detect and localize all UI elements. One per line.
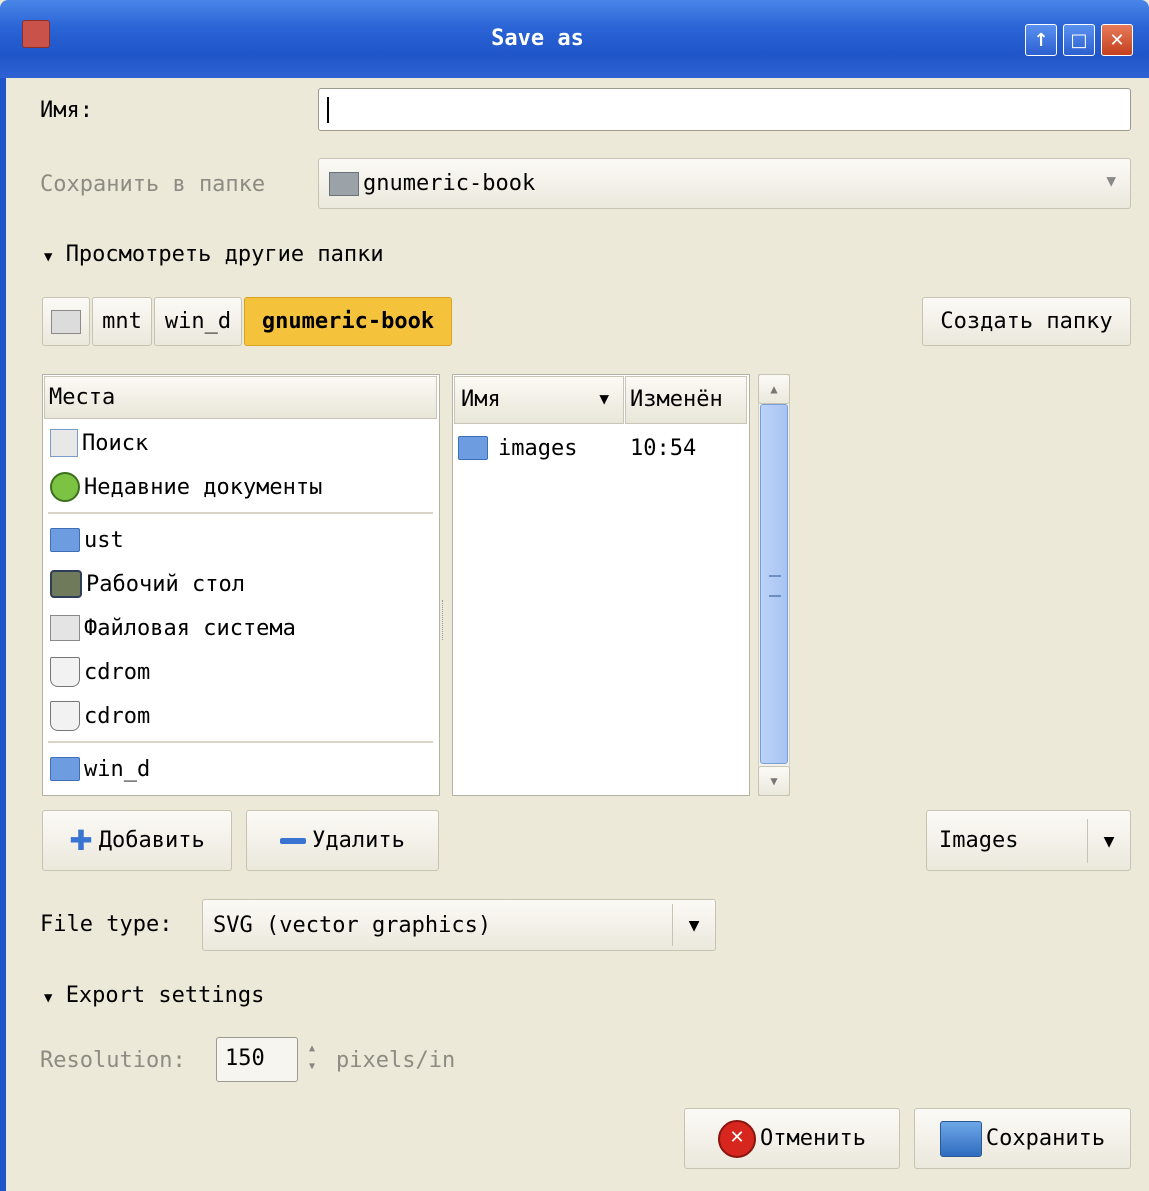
window-border [0, 78, 6, 1191]
add-place-label: Добавить [98, 828, 205, 853]
filter-select-value: Images [939, 828, 1019, 853]
minus-icon [280, 837, 307, 844]
save-in-value: gnumeric-book [363, 171, 536, 196]
places-item-search[interactable]: Поиск [44, 421, 437, 465]
file-row-name: images [498, 435, 578, 461]
places-separator [48, 741, 433, 743]
places-item-home[interactable]: ust [44, 518, 437, 562]
places-item-cdrom-2[interactable]: cdrom [44, 694, 437, 738]
column-header-name[interactable]: Имя ▼ [454, 376, 624, 424]
close-icon[interactable]: ✕ [1101, 24, 1133, 56]
column-header-name-label: Имя [461, 387, 501, 412]
places-header[interactable]: Места [44, 376, 437, 419]
restore-icon[interactable]: □ [1063, 24, 1095, 56]
file-type-label: File type: [40, 912, 173, 937]
scrollbar-thumb[interactable] [760, 404, 788, 764]
file-type-value: SVG (vector graphics) [213, 912, 492, 938]
export-settings-label: Export settings [65, 983, 265, 1008]
resolution-label: Resolution: [40, 1048, 186, 1073]
cancel-button[interactable]: ✕ Отменить [684, 1108, 900, 1169]
chevron-down-icon: ▼ [1087, 819, 1130, 863]
places-item-label: cdrom [84, 659, 151, 685]
export-settings-toggle[interactable]: ▼ Export settings [44, 983, 264, 1008]
chevron-down-icon: ▼ [1106, 171, 1116, 190]
places-item-win-d[interactable]: win_d [44, 747, 437, 791]
add-place-button[interactable]: ✚ Добавить [42, 810, 232, 871]
window-title: Save as [491, 26, 584, 51]
file-row[interactable]: images 10:54 [458, 428, 746, 468]
save-in-select[interactable]: gnumeric-book ▼ [318, 158, 1131, 209]
pane-resize-handle[interactable] [442, 600, 448, 640]
spin-up-down-icon[interactable]: ▲ ▼ [300, 1040, 324, 1080]
sort-down-icon: ▼ [599, 389, 609, 408]
places-item-label: win_d [84, 756, 151, 782]
name-input[interactable] [318, 88, 1131, 131]
scroll-down-icon[interactable]: ▼ [758, 766, 790, 796]
browse-folders-toggle[interactable]: ▼ Просмотреть другие папки [44, 242, 384, 267]
remove-place-label: Удалить [312, 828, 405, 853]
places-item-label: Недавние документы [84, 474, 323, 500]
harddisk-icon [50, 615, 80, 641]
plus-icon: ✚ [69, 824, 93, 857]
remove-place-button[interactable]: Удалить [246, 810, 439, 871]
places-item-cdrom-1[interactable]: cdrom [44, 650, 437, 694]
cdrom-icon [50, 657, 80, 687]
text-cursor [327, 97, 329, 123]
save-label: Сохранить [985, 1126, 1106, 1151]
save-button[interactable]: Сохранить [914, 1108, 1131, 1169]
folder-icon [458, 436, 488, 460]
create-folder-button[interactable]: Создать папку [922, 297, 1131, 346]
cancel-icon: ✕ [718, 1119, 757, 1158]
grip-icon [769, 575, 781, 597]
name-label: Имя: [40, 98, 93, 123]
recent-clock-icon [50, 472, 80, 502]
path-root-button[interactable] [42, 297, 90, 346]
path-segment-win-d[interactable]: win_d [154, 297, 242, 346]
resolution-value: 150 [225, 1046, 265, 1071]
harddisk-icon [51, 309, 81, 334]
save-in-label: Сохранить в папке [40, 172, 266, 197]
places-item-label: Файловая система [84, 615, 296, 641]
places-item-desktop[interactable]: Рабочий стол [44, 562, 437, 606]
desktop-icon [50, 570, 82, 598]
filter-select[interactable]: Images ▼ [926, 810, 1131, 871]
path-segment-gnumeric-book[interactable]: gnumeric-book [244, 297, 452, 346]
triangle-down-icon: ▼ [44, 249, 53, 265]
resolution-spinbox[interactable]: 150 [216, 1037, 298, 1082]
save-disk-icon [939, 1120, 982, 1157]
home-folder-icon [50, 528, 80, 552]
places-item-label: ust [84, 527, 124, 553]
search-icon [50, 429, 78, 457]
triangle-down-icon: ▼ [44, 990, 53, 1006]
places-item-filesystem[interactable]: Файловая система [44, 606, 437, 650]
file-row-modified: 10:54 [630, 435, 697, 461]
maximize-arrow-icon[interactable]: ↑ [1025, 24, 1057, 56]
places-separator [48, 512, 433, 514]
places-item-label: Поиск [82, 430, 149, 456]
path-segment-mnt[interactable]: mnt [92, 297, 152, 346]
chevron-down-icon: ▼ [672, 904, 715, 946]
column-header-modified[interactable]: Изменён [625, 376, 747, 424]
file-type-select[interactable]: SVG (vector graphics) ▼ [202, 899, 716, 951]
cdrom-icon [50, 701, 80, 731]
places-item-label: Рабочий стол [86, 571, 245, 597]
folder-icon [50, 757, 80, 781]
resolution-unit: pixels/in [336, 1048, 456, 1073]
scroll-up-icon[interactable]: ▲ [758, 374, 790, 404]
cancel-label: Отменить [760, 1126, 866, 1151]
places-list: Поиск Недавние документы ust Рабочий сто… [44, 421, 437, 791]
browse-folders-label: Просмотреть другие папки [65, 242, 384, 267]
places-item-label: cdrom [84, 703, 151, 729]
places-item-recent[interactable]: Недавние документы [44, 465, 437, 509]
folder-icon [329, 171, 359, 196]
